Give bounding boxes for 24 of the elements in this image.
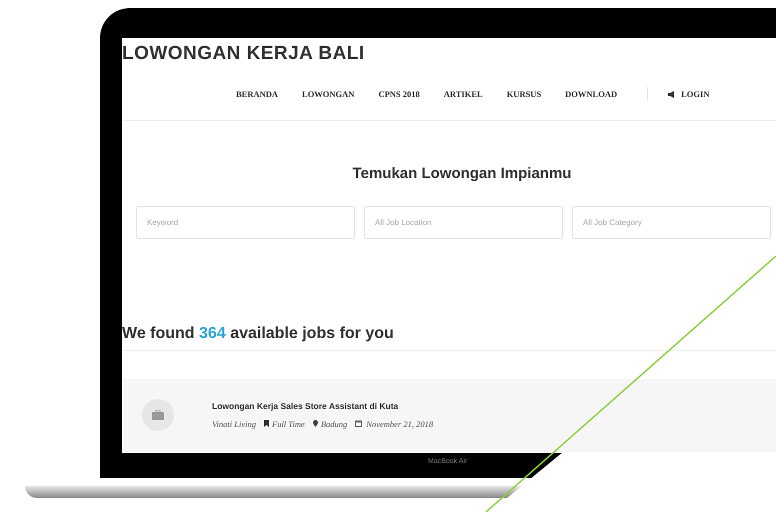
job-location: Badung (320, 418, 348, 430)
briefcase-icon (142, 399, 174, 431)
site-title[interactable]: LOWONGAN KERJA BALI (122, 38, 776, 68)
search-field[interactable]: All Job Category (572, 206, 771, 238)
sign-in-icon (668, 90, 676, 98)
nav-link[interactable]: BERANDA (236, 88, 278, 100)
nav-link[interactable]: LOWONGAN (302, 88, 354, 100)
bookmark-icon (264, 420, 269, 428)
job-type: Full Time (272, 418, 305, 430)
results-heading: We found 364 available jobs for you (122, 324, 395, 344)
nav-link[interactable]: KURSUS (506, 88, 542, 100)
job-title[interactable]: Lowongan Kerja Sales Store Assistant di Kuta (212, 400, 434, 412)
nav-link[interactable]: DOWNLOAD (565, 88, 618, 100)
job-date: November 21, 2018 (366, 418, 434, 430)
calendar-icon (355, 420, 362, 428)
login-link[interactable]: LOGIN (668, 88, 710, 100)
search-heading: Temukan Lowongan Impianmu (352, 164, 572, 184)
search-field[interactable]: All Job Location (364, 206, 563, 238)
nav-link[interactable]: ARTIKEL (444, 88, 483, 100)
company-name: Vinati Living (212, 418, 256, 430)
nav-link[interactable]: CPNS 2018 (378, 88, 420, 100)
location-pin-icon (312, 420, 318, 428)
job-card[interactable]: Lowongan Kerja Sales Store Assistant di Kuta Vinati Living Full Time Badung November 21, 2018 (122, 378, 776, 452)
search-field[interactable]: Keyword (136, 206, 355, 238)
